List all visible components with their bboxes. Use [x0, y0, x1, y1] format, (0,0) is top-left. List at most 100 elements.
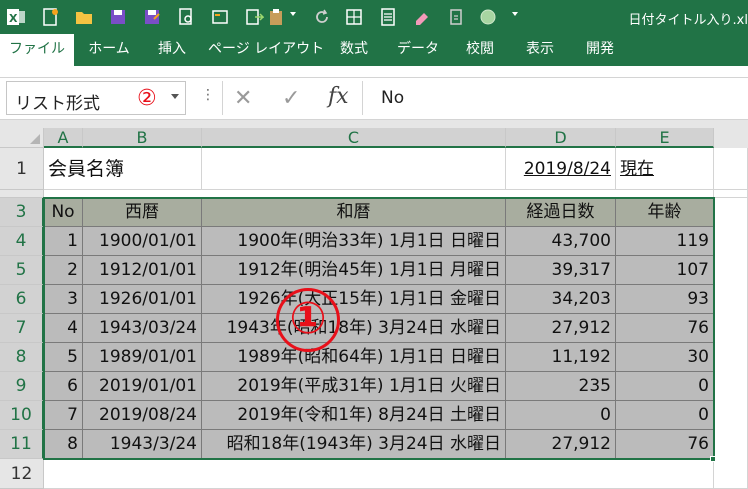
- table-cell[interactable]: 1926/01/01: [83, 285, 202, 314]
- tab-data[interactable]: データ: [390, 34, 446, 66]
- table-cell[interactable]: 76: [616, 314, 714, 343]
- column-header-c[interactable]: C: [202, 128, 506, 148]
- column-header-b[interactable]: B: [83, 128, 202, 148]
- enter-icon[interactable]: ✓: [282, 86, 300, 111]
- cell-row-12[interactable]: [44, 459, 714, 489]
- borders-icon[interactable]: [344, 7, 364, 27]
- paste-dropdown-icon[interactable]: [290, 12, 296, 16]
- table-cell[interactable]: 27,912: [506, 314, 616, 343]
- table-cell[interactable]: 1989/01/01: [83, 343, 202, 372]
- table-cell[interactable]: 39,317: [506, 256, 616, 285]
- paste-icon[interactable]: [266, 7, 286, 27]
- table-cell[interactable]: 2019/01/01: [83, 372, 202, 401]
- cell-e1-as-of[interactable]: 現在: [616, 148, 714, 190]
- open-folder-icon[interactable]: [74, 7, 94, 27]
- table-header-japanese[interactable]: 和暦: [202, 198, 506, 227]
- row-header-9[interactable]: 9: [0, 372, 44, 401]
- table-cell[interactable]: 93: [616, 285, 714, 314]
- export-icon[interactable]: [244, 7, 264, 27]
- tab-review[interactable]: 校閲: [452, 34, 508, 66]
- eraser-icon[interactable]: [412, 7, 432, 27]
- insert-function-icon[interactable]: fx: [328, 84, 349, 109]
- table-cell[interactable]: 1912/01/01: [83, 256, 202, 285]
- table-cell[interactable]: 235: [506, 372, 616, 401]
- table-cell[interactable]: 0: [616, 401, 714, 430]
- cell-column-f[interactable]: [714, 198, 748, 489]
- table-cell[interactable]: 0: [506, 401, 616, 430]
- row-header-10[interactable]: 10: [0, 401, 44, 430]
- row-header-11[interactable]: 11: [0, 430, 44, 459]
- table-cell[interactable]: 1900/01/01: [83, 227, 202, 256]
- table-header-western[interactable]: 西暦: [83, 198, 202, 227]
- save-icon[interactable]: [108, 7, 128, 27]
- row-header-7[interactable]: 7: [0, 314, 44, 343]
- name-box[interactable]: リスト形式 ②: [6, 81, 186, 115]
- table-cell[interactable]: 119: [616, 227, 714, 256]
- table-cell[interactable]: 76: [616, 430, 714, 459]
- row-header-4[interactable]: 4: [0, 227, 44, 256]
- table-cell[interactable]: 1: [44, 227, 83, 256]
- customize-toolbar-icon[interactable]: [512, 12, 518, 16]
- table-cell[interactable]: 2: [44, 256, 83, 285]
- table-cell[interactable]: 107: [616, 256, 714, 285]
- table-cell[interactable]: 8: [44, 430, 83, 459]
- table-cell[interactable]: 4: [44, 314, 83, 343]
- table-header-days[interactable]: 経過日数: [506, 198, 616, 227]
- more-options-icon[interactable]: ⋮: [201, 87, 215, 103]
- cell-a1-title[interactable]: 会員名簿: [44, 148, 202, 190]
- table-cell[interactable]: 6: [44, 372, 83, 401]
- tab-insert[interactable]: 挿入: [144, 34, 200, 66]
- list-icon[interactable]: [378, 7, 398, 27]
- table-cell[interactable]: 1943/03/24: [83, 314, 202, 343]
- tab-home[interactable]: ホーム: [80, 34, 138, 66]
- link-icon[interactable]: [446, 7, 466, 27]
- cell-d1-date[interactable]: 2019/8/24: [506, 148, 616, 190]
- cell-f1[interactable]: [714, 148, 748, 190]
- table-cell[interactable]: 34,203: [506, 285, 616, 314]
- table-cell[interactable]: 5: [44, 343, 83, 372]
- cell-f2[interactable]: [714, 190, 748, 198]
- tab-view[interactable]: 表示: [512, 34, 568, 66]
- cancel-icon[interactable]: ✕: [234, 86, 252, 111]
- table-cell[interactable]: 7: [44, 401, 83, 430]
- table-cell[interactable]: 3: [44, 285, 83, 314]
- table-cell[interactable]: 1912年(明治45年) 1月1日 月曜日: [202, 256, 506, 285]
- table-cell[interactable]: 27,912: [506, 430, 616, 459]
- table-cell[interactable]: 30: [616, 343, 714, 372]
- table-cell[interactable]: 2019年(平成31年) 1月1日 火曜日: [202, 372, 506, 401]
- form-icon[interactable]: [210, 7, 230, 27]
- table-cell[interactable]: 昭和18年(1943年) 3月24日 水曜日: [202, 430, 506, 459]
- column-header-e[interactable]: E: [616, 128, 714, 148]
- table-cell[interactable]: 1989年(昭和64年) 1月1日 日曜日: [202, 343, 506, 372]
- table-cell[interactable]: 11,192: [506, 343, 616, 372]
- table-cell[interactable]: 1943/3/24: [83, 430, 202, 459]
- row-header-5[interactable]: 5: [0, 256, 44, 285]
- table-header-age[interactable]: 年齢: [616, 198, 714, 227]
- select-all-corner[interactable]: [0, 128, 44, 148]
- table-header-no[interactable]: No: [44, 198, 83, 227]
- cell-c1[interactable]: [202, 148, 506, 190]
- circle-shape-icon[interactable]: [478, 7, 498, 27]
- save-as-icon[interactable]: [142, 7, 162, 27]
- row-header-2[interactable]: 2: [0, 190, 44, 198]
- table-cell[interactable]: 2019/08/24: [83, 401, 202, 430]
- table-cell[interactable]: 0: [616, 372, 714, 401]
- chevron-down-icon[interactable]: [171, 94, 179, 99]
- new-file-icon[interactable]: [40, 7, 60, 27]
- tab-formulas[interactable]: 数式: [326, 34, 382, 66]
- table-cell[interactable]: 1943年(昭和18年) 3月24日 水曜日: [202, 314, 506, 343]
- redo-icon[interactable]: [312, 7, 332, 27]
- table-cell[interactable]: 1900年(明治33年) 1月1日 日曜日: [202, 227, 506, 256]
- tab-page-layout[interactable]: ページ レイアウト: [208, 34, 324, 66]
- row-header-3[interactable]: 3: [0, 198, 44, 227]
- table-cell[interactable]: 2019年(令和1年) 8月24日 土曜日: [202, 401, 506, 430]
- tab-file[interactable]: ファイル: [0, 34, 74, 66]
- formula-input[interactable]: [363, 81, 748, 115]
- column-header-d[interactable]: D: [506, 128, 616, 148]
- print-preview-icon[interactable]: [176, 7, 196, 27]
- row-header-1[interactable]: 1: [0, 148, 44, 190]
- table-cell[interactable]: 43,700: [506, 227, 616, 256]
- tab-developer[interactable]: 開発: [572, 34, 628, 66]
- row-header-6[interactable]: 6: [0, 285, 44, 314]
- fill-handle[interactable]: [710, 456, 716, 462]
